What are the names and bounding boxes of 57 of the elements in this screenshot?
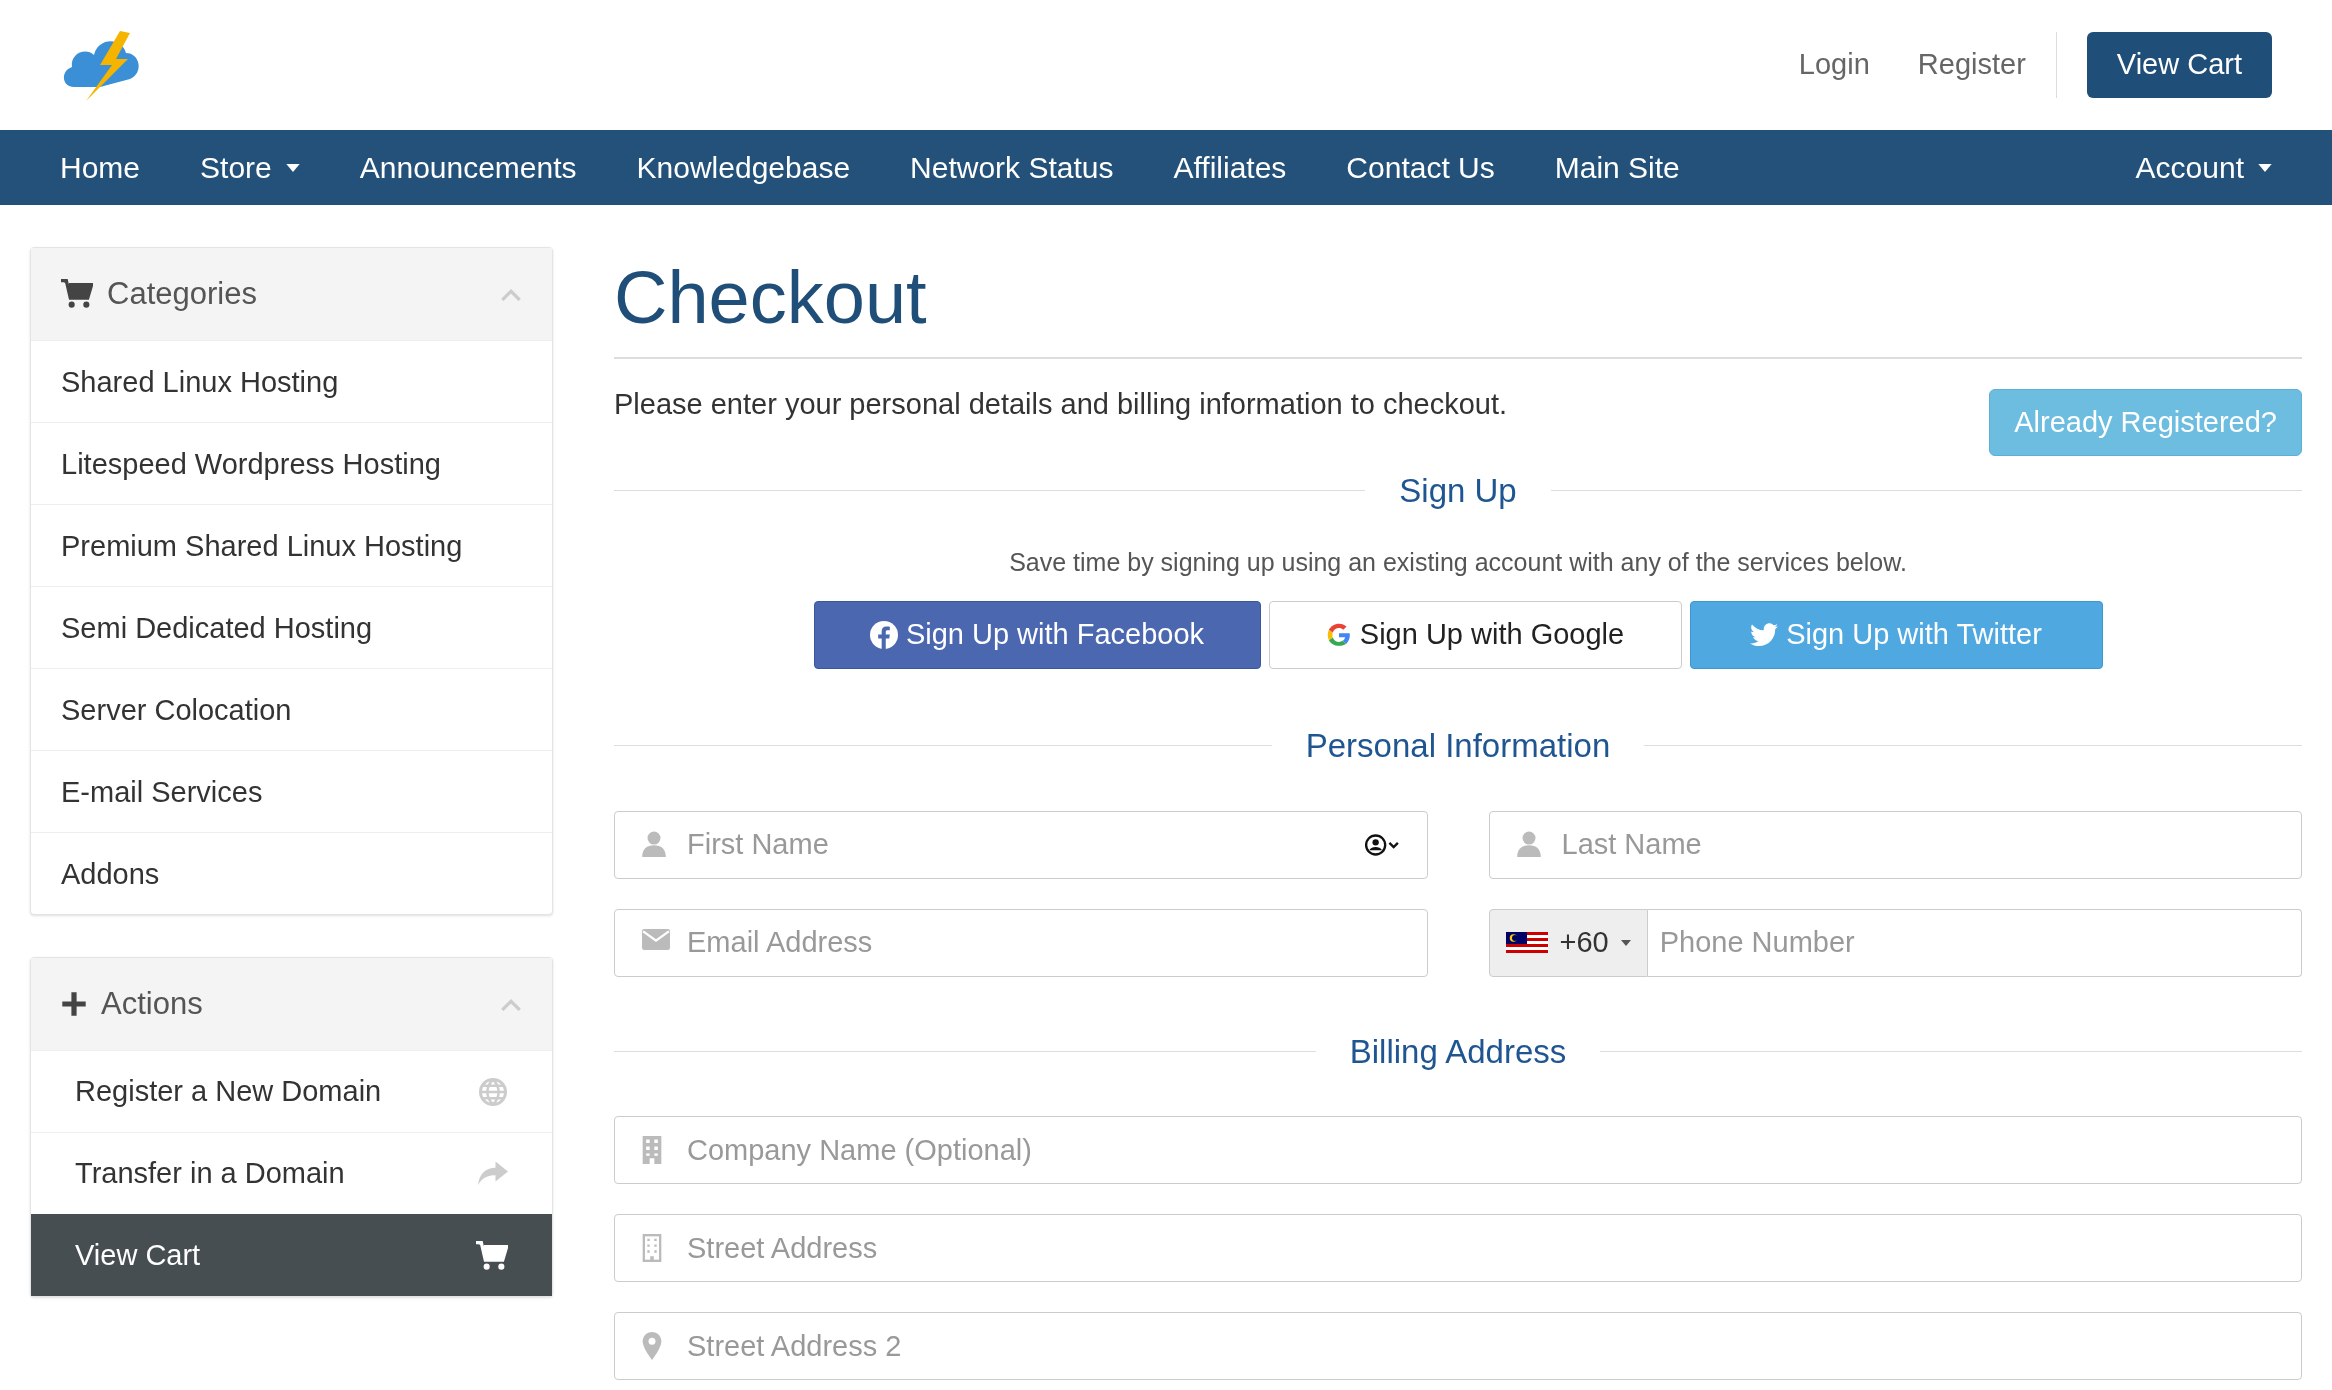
person-icon <box>1516 830 1541 857</box>
action-link[interactable]: Register a New Domain <box>31 1050 552 1132</box>
section-heading: Personal Information <box>1305 726 1611 766</box>
contact-autofill-icon <box>1363 832 1400 857</box>
section-heading: Sign Up <box>1399 471 1517 511</box>
section-heading: Billing Address <box>1349 1031 1567 1072</box>
input-field[interactable]: Company Name (Optional) <box>614 1116 2302 1184</box>
input-field[interactable]: Phone Number <box>1647 908 2302 977</box>
input-field[interactable]: Street Address <box>614 1214 2302 1282</box>
nav-link[interactable]: Network Status <box>880 130 1144 205</box>
intro-text: Please enter your personal details and billing information to checkout. <box>614 387 1508 422</box>
globe-icon <box>478 1076 508 1107</box>
google-icon <box>1325 622 1352 648</box>
facebook-icon <box>869 621 898 649</box>
nav-link[interactable]: Home <box>30 130 171 205</box>
category-link[interactable]: Premium Shared Linux Hosting <box>31 504 552 586</box>
view-cart-button[interactable]: View Cart <box>2086 32 2272 98</box>
category-link[interactable]: E-mail Services <box>31 750 552 832</box>
input-field[interactable]: First Name <box>614 810 1428 879</box>
nav-link[interactable]: Announcements <box>329 130 607 205</box>
panel-title: Categories <box>107 274 258 313</box>
plus-icon <box>61 991 87 1017</box>
category-link[interactable]: Server Colocation <box>31 668 552 750</box>
nav-link[interactable]: Main Site <box>1524 130 1710 205</box>
header-link[interactable]: Register <box>1917 43 2026 87</box>
input-field[interactable]: Street Address 2 <box>614 1312 2302 1380</box>
flag-icon <box>1505 932 1548 953</box>
input-field[interactable]: Email Address <box>614 908 1428 977</box>
curved-arrow-icon <box>478 1160 508 1187</box>
nav-link[interactable]: Store <box>170 130 330 205</box>
envelope-icon <box>642 928 670 950</box>
sign-up-button[interactable]: Sign Up with Google <box>1268 601 1682 669</box>
page-title: Checkout <box>614 247 2302 359</box>
category-link[interactable]: Semi Dedicated Hosting <box>31 586 552 668</box>
action-link[interactable]: View Cart <box>31 1214 552 1296</box>
chevron-up-icon <box>500 287 522 301</box>
bird-icon <box>1750 623 1779 647</box>
category-link[interactable]: Addons <box>31 832 552 914</box>
category-link[interactable]: Litespeed Wordpress Hosting <box>31 422 552 504</box>
header-link[interactable]: Login <box>1798 43 1870 87</box>
sign-up-button[interactable]: Sign Up with Facebook <box>813 601 1261 669</box>
country-code-select[interactable]: +60 <box>1488 908 1648 977</box>
category-link[interactable]: Shared Linux Hosting <box>31 340 552 422</box>
input-field[interactable]: Last Name <box>1488 810 2302 879</box>
chevron-up-icon <box>500 997 522 1011</box>
nav-link[interactable]: Account <box>2105 130 2302 205</box>
nav-link[interactable]: Knowledgebase <box>606 130 881 205</box>
panel-title: Actions <box>101 984 204 1023</box>
sign-up-note: Save time by signing up using an existing account with any of the services below. <box>1008 546 1908 578</box>
nav-link[interactable]: Affiliates <box>1143 130 1317 205</box>
cart-icon <box>61 279 93 309</box>
nav-link[interactable]: Contact Us <box>1316 130 1525 205</box>
person-icon <box>642 830 666 857</box>
building-icon <box>642 1234 662 1262</box>
cart-icon <box>476 1240 508 1271</box>
caret-icon <box>1620 939 1631 946</box>
map-pin-icon <box>642 1332 662 1360</box>
